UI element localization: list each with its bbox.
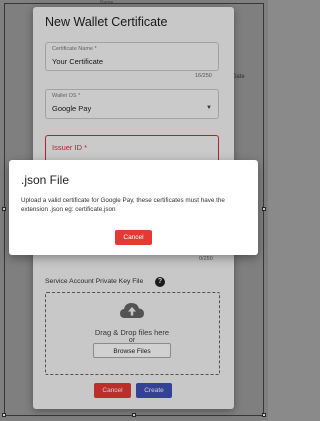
certificate-name-counter: 16/250	[195, 73, 212, 79]
browse-files-button[interactable]: Browse Files	[93, 343, 171, 358]
json-file-dialog: .json File Upload a valid certificate fo…	[9, 160, 258, 255]
resize-handle-corner-left[interactable]	[2, 413, 6, 417]
dialog-cancel-button[interactable]: Cancel	[115, 230, 152, 245]
private-key-label: Service Account Private Key File	[45, 278, 144, 285]
resize-handle-left[interactable]	[2, 207, 6, 211]
issuer-id-label: Issuer ID *	[52, 143, 88, 152]
dialog-title: .json File	[21, 173, 70, 187]
wallet-os-select[interactable]: Wallet OS * Google Pay ▼	[45, 89, 219, 119]
resize-handle-right[interactable]	[262, 207, 266, 211]
help-icon[interactable]: ?	[155, 277, 165, 287]
create-button[interactable]: Create	[136, 383, 172, 398]
issuer-id-counter: 0/250	[199, 256, 213, 262]
cancel-button[interactable]: Cancel	[94, 383, 131, 398]
dropzone-text: Drag & Drop files here	[94, 328, 170, 337]
certificate-name-value: Your Certificate	[52, 57, 103, 66]
wallet-os-label: Wallet OS *	[52, 93, 81, 99]
chevron-down-icon: ▼	[206, 105, 212, 111]
certificate-name-label: Certificate Name *	[52, 46, 97, 52]
file-dropzone[interactable]: Drag & Drop files here or Browse Files	[45, 292, 220, 375]
cloud-upload-icon	[120, 303, 144, 318]
wallet-os-value: Google Pay	[52, 104, 92, 113]
modal-title: New Wallet Certificate	[45, 15, 168, 29]
certificate-name-field[interactable]: Certificate Name * Your Certificate	[45, 42, 219, 71]
resize-handle-corner[interactable]	[262, 413, 266, 417]
dialog-message: Upload a valid certificate for Google Pa…	[21, 197, 225, 213]
resize-handle-bottom[interactable]	[132, 413, 136, 417]
